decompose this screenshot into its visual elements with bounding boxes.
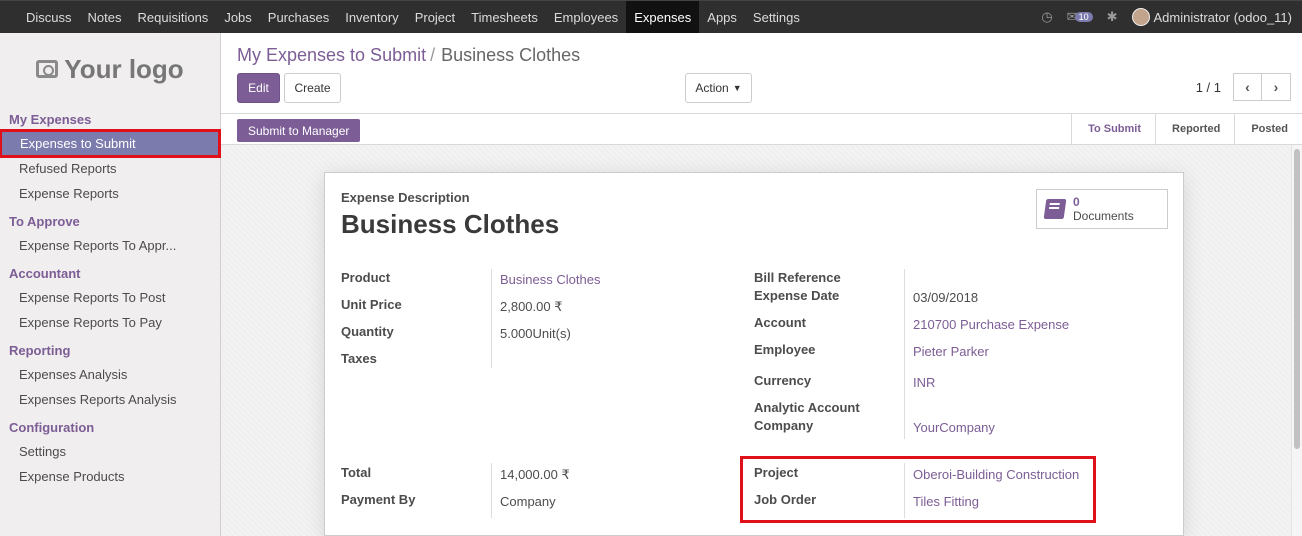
menu-notes[interactable]: Notes	[80, 1, 130, 33]
menu-apps[interactable]: Apps	[699, 1, 745, 33]
pager-value[interactable]: 1 / 1	[1196, 80, 1221, 95]
total-value: 14,000.00 ₹	[500, 467, 570, 482]
pager-previous-button[interactable]: ‹	[1233, 73, 1262, 101]
sidebar-item-expenses-to-submit[interactable]: Expenses to Submit	[0, 129, 221, 158]
menu-timesheets[interactable]: Timesheets	[463, 1, 546, 33]
quantity-label: Quantity	[341, 324, 394, 339]
field-divider	[904, 269, 905, 439]
edit-button[interactable]: Edit	[237, 73, 280, 103]
menu-discuss[interactable]: Discuss	[18, 1, 80, 33]
total-label: Total	[341, 465, 372, 480]
breadcrumb-separator: /	[430, 45, 436, 65]
stage-to-submit: To Submit	[1071, 114, 1155, 144]
employee-label: Employee	[754, 342, 816, 357]
action-label: Action	[695, 81, 729, 95]
pager-next-button[interactable]: ›	[1262, 73, 1291, 101]
expense-title: Business Clothes	[341, 209, 560, 239]
main-content: My Expenses to Submit / Business Clothes E…	[221, 33, 1302, 536]
expense-date-value: 03/09/2018	[913, 290, 979, 305]
sidebar-item-reports-to-approve[interactable]: Expense Reports To Appr...	[0, 233, 220, 258]
section-accountant[interactable]: Accountant	[0, 263, 220, 285]
highlight-box	[740, 456, 1096, 523]
form-sheet: Expense Description Business Clothes 0 Do…	[324, 172, 1184, 536]
sidebar-item-expenses-reports-analysis[interactable]: Expenses Reports Analysis	[0, 387, 220, 412]
top-navbar: Discuss Notes Requisitions Jobs Purchase…	[0, 0, 1302, 33]
menu-employees[interactable]: Employees	[546, 1, 626, 33]
breadcrumb-parent[interactable]: My Expenses to Submit	[237, 45, 426, 65]
product-value[interactable]: Business Clothes	[500, 272, 600, 287]
user-menu[interactable]: Administrator (odoo_11)	[1131, 8, 1293, 26]
analytic-account-label: Analytic Account	[754, 400, 860, 415]
sidebar: Your logo My Expenses Expenses to Submit…	[0, 33, 221, 536]
currency-label: Currency	[754, 373, 812, 388]
section-configuration[interactable]: Configuration	[0, 417, 220, 439]
expense-description-label: Expense Description	[341, 190, 470, 205]
messages-badge: 10	[1074, 12, 1093, 22]
menu-purchases[interactable]: Purchases	[260, 1, 337, 33]
menu-settings[interactable]: Settings	[745, 1, 808, 33]
avatar	[1131, 8, 1150, 26]
sidebar-item-refused-reports[interactable]: Refused Reports	[0, 156, 220, 181]
sidebar-item-reports-to-pay[interactable]: Expense Reports To Pay	[0, 310, 220, 335]
stage-posted: Posted	[1234, 114, 1302, 144]
breadcrumb-current: Business Clothes	[441, 45, 581, 65]
menu-expenses[interactable]: Expenses	[626, 1, 700, 33]
chevron-left-icon: ‹	[1245, 79, 1250, 95]
unit-price-value: 2,800.00 ₹	[500, 299, 563, 314]
unit-price-label: Unit Price	[341, 297, 402, 312]
company-label: Company	[754, 418, 814, 433]
form-statusbar: Submit to Manager To Submit Reported Pos…	[221, 113, 1302, 145]
app-menu: Discuss Notes Requisitions Jobs Purchase…	[0, 1, 808, 33]
payment-by-label: Payment By	[341, 492, 416, 507]
menu-inventory[interactable]: Inventory	[337, 1, 406, 33]
account-value[interactable]: 210700 Purchase Expense	[913, 317, 1069, 332]
camera-icon	[36, 60, 59, 78]
clock-icon[interactable]: ◷	[1041, 9, 1052, 25]
chevron-right-icon: ›	[1273, 79, 1279, 95]
bug-icon[interactable]: ✱	[1107, 9, 1118, 25]
documents-label: Documents	[1073, 209, 1134, 223]
menu-project[interactable]: Project	[407, 1, 463, 33]
payment-by-value: Company	[500, 494, 556, 509]
logo-text: Your logo	[64, 53, 184, 84]
systray: ◷ ✉ 10 ✱ Administrator (odoo_11)	[1041, 1, 1292, 33]
product-label: Product	[341, 270, 391, 285]
company-value[interactable]: YourCompany	[913, 420, 995, 435]
create-button[interactable]: Create	[284, 73, 341, 103]
quantity-value: 5.000Unit(s)	[500, 326, 571, 341]
sidebar-item-expense-reports[interactable]: Expense Reports	[0, 181, 220, 206]
expense-date-label: Expense Date	[754, 288, 840, 303]
field-divider	[491, 463, 492, 518]
sidebar-item-expense-products[interactable]: Expense Products	[0, 464, 220, 489]
caret-down-icon: ▼	[732, 83, 742, 93]
stage-indicator: To Submit Reported Posted	[1071, 114, 1302, 144]
section-my-expenses[interactable]: My Expenses	[0, 109, 220, 131]
submit-to-manager-button[interactable]: Submit to Manager	[237, 119, 361, 142]
sidebar-item-settings[interactable]: Settings	[0, 439, 220, 464]
documents-count: 0	[1073, 195, 1080, 209]
taxes-label: Taxes	[341, 351, 377, 366]
company-logo[interactable]: Your logo	[0, 33, 220, 105]
section-to-approve[interactable]: To Approve	[0, 211, 220, 233]
section-reporting[interactable]: Reporting	[0, 340, 220, 362]
sidebar-item-expenses-analysis[interactable]: Expenses Analysis	[0, 362, 220, 387]
stage-reported: Reported	[1155, 114, 1234, 144]
action-dropdown[interactable]: Action ▼	[685, 73, 752, 103]
scrollbar[interactable]	[1291, 145, 1302, 536]
field-divider	[491, 269, 492, 368]
sidebar-item-reports-to-post[interactable]: Expense Reports To Post	[0, 285, 220, 310]
menu-requisitions[interactable]: Requisitions	[129, 1, 216, 33]
employee-value[interactable]: Pieter Parker	[913, 344, 989, 359]
currency-value[interactable]: INR	[913, 375, 935, 390]
messages-icon[interactable]: ✉ 10	[1067, 9, 1093, 25]
user-name: Administrator (odoo_11)	[1153, 9, 1293, 25]
pager: 1 / 1 ‹ ›	[1196, 73, 1291, 101]
documents-button[interactable]: 0 Documents	[1036, 189, 1168, 229]
menu-jobs[interactable]: Jobs	[216, 1, 259, 33]
bill-reference-label: Bill Reference	[754, 270, 841, 285]
account-label: Account	[754, 315, 806, 330]
scrollbar-thumb[interactable]	[1294, 149, 1300, 449]
book-icon	[1043, 199, 1067, 219]
breadcrumb: My Expenses to Submit / Business Clothes	[237, 45, 580, 66]
